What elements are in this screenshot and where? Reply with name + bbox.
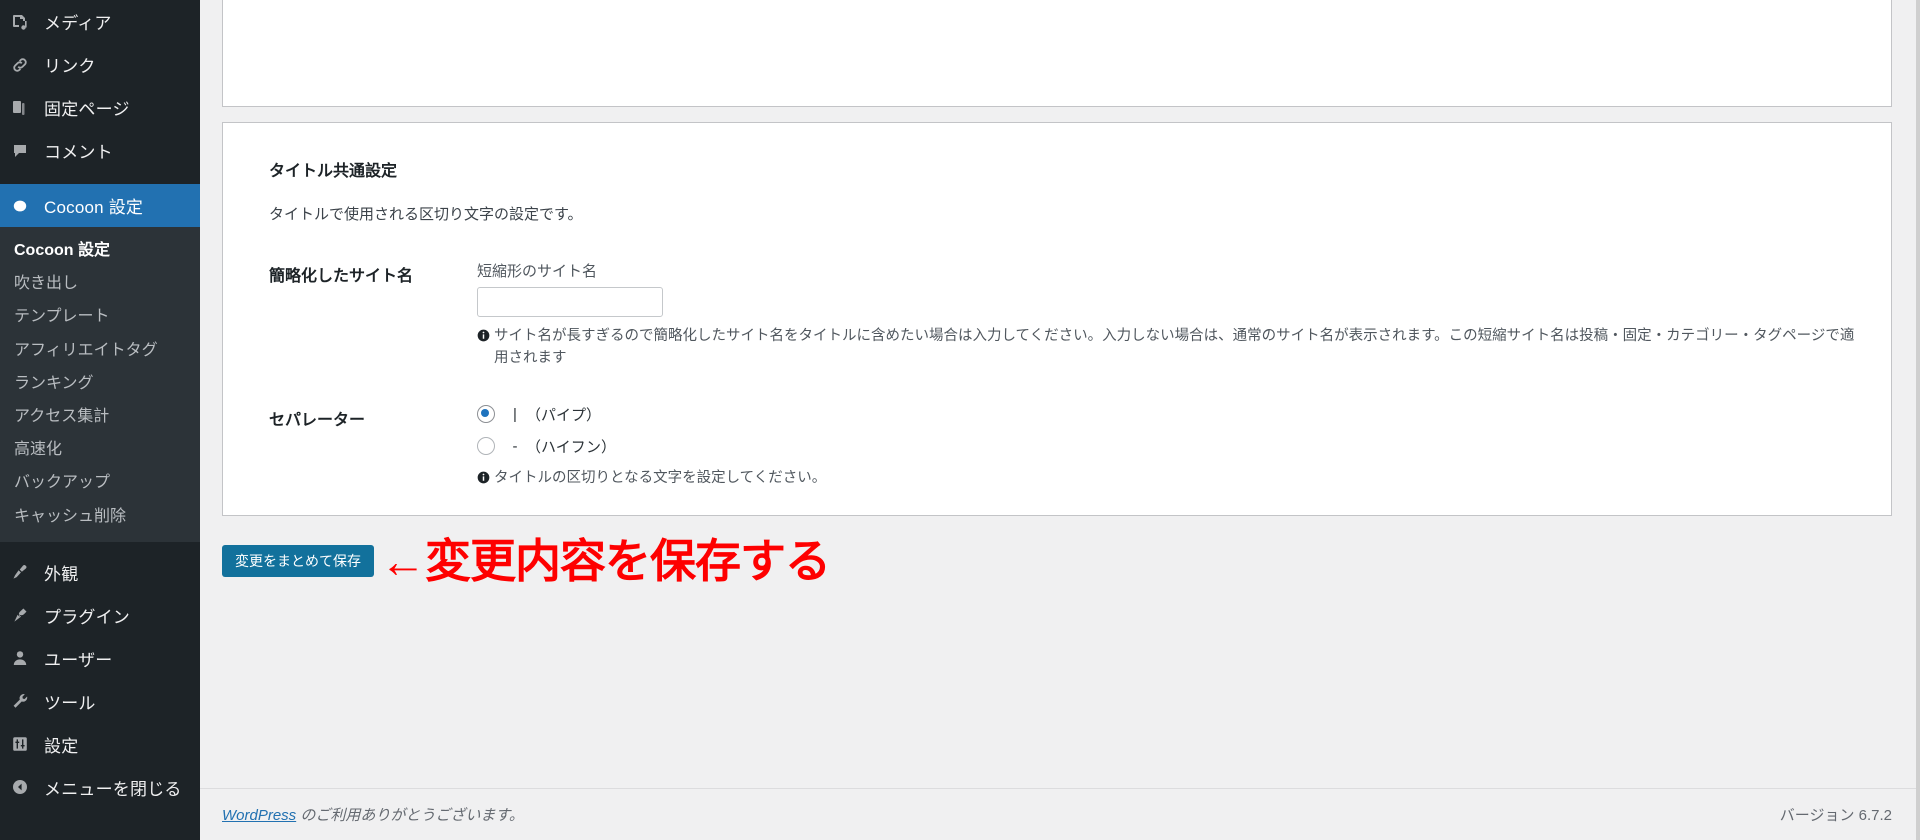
save-area: 変更をまとめて保存 ←変更内容を保存する (222, 538, 1892, 584)
submenu-item-backup[interactable]: バックアップ (0, 466, 200, 499)
meta-keyword-body: メタキーワードタグを出力する カテゴリー・タグページのページのheadタグ内に (477, 0, 1867, 5)
meta-keyword-row: メタキーワード メタキーワードタグを出力する (247, 0, 1867, 5)
submenu-item-ranking[interactable]: ランキング (0, 367, 200, 400)
sidebar-item-comments[interactable]: コメント (0, 129, 200, 172)
simplified-site-name-input[interactable] (477, 287, 663, 317)
sidebar-item-users[interactable]: ユーザー (0, 637, 200, 680)
users-person-icon (10, 648, 40, 668)
sidebar-item-label: 外観 (44, 564, 79, 584)
separator-option-hyphen[interactable]: - （ハイフン） (477, 436, 1867, 457)
sidebar-top-menu: メディア リンク 固定ページ コメント Cocoon 設定 (0, 0, 200, 227)
sidebar-item-label: コメント (44, 143, 113, 162)
separator-label: セパレーター (269, 411, 366, 429)
sidebar-item-cocoon-settings[interactable]: Cocoon 設定 (0, 184, 200, 227)
submenu-item-speed-up[interactable]: 高速化 (0, 433, 200, 466)
submenu-item-access-analytics[interactable]: アクセス集計 (0, 400, 200, 433)
meta-keyword-help: カテゴリー・タグページのページのheadタグ内に、メタキーワードタグを出力するか… (477, 0, 1867, 5)
page-scrollbar[interactable] (1916, 0, 1920, 840)
comments-icon (10, 141, 40, 161)
separator-radio-hyphen[interactable] (477, 437, 495, 455)
sidebar-item-label: メディア (44, 14, 112, 33)
sidebar-item-appearance[interactable]: 外観 (0, 551, 200, 594)
meta-keyword-help-text: カテゴリー・タグページのページのheadタグ内に、メタキーワードタグを出力するか… (494, 0, 1867, 5)
sidebar-item-label: 固定ページ (44, 100, 130, 119)
sidebar-bottom-menu: 外観 プラグイン ユーザー ツール 設定 メニューを閉じる (0, 551, 200, 809)
separator-option-label-pipe: （パイプ） (526, 406, 602, 424)
sidebar-item-label: ツール (44, 693, 96, 713)
separator-radio-pipe[interactable] (477, 405, 495, 423)
submenu-item-affiliate-tag[interactable]: アフィリエイトタグ (0, 334, 200, 367)
main-content: メタキーワード メタキーワードタグを出力する (200, 0, 1920, 840)
cocoon-icon (10, 196, 40, 216)
simplified-site-name-body: 短縮形のサイト名 サイト名が長すぎるので簡略化したサイト名をタイトルに含めたい場… (477, 260, 1867, 370)
info-icon (477, 470, 490, 492)
plugins-plug-icon (10, 605, 40, 625)
content-wrapper: メタキーワード メタキーワードタグを出力する (200, 0, 1920, 584)
separator-help: タイトルの区切りとなる文字を設定してください。 (477, 468, 1867, 490)
sidebar-submenu-cocoon: Cocoon 設定 吹き出し テンプレート アフィリエイトタグ ランキング アク… (0, 227, 200, 542)
separator-option-pipe[interactable]: | （パイプ） (477, 404, 1867, 425)
footer-thanks-text: のご利用ありがとうございます。 (296, 807, 524, 824)
title-settings-heading: タイトル共通設定 (269, 163, 398, 180)
simplified-site-name-row: 簡略化したサイト名 短縮形のサイト名 サイト名が長すぎるので簡略化したサイト名を… (247, 260, 1867, 370)
footer-thanks: WordPress のご利用ありがとうございます。 (222, 804, 524, 825)
info-icon (477, 328, 490, 350)
simplified-site-name-label: 簡略化したサイト名 (269, 268, 414, 285)
sidebar-divider-2 (0, 542, 200, 551)
sidebar-item-label: ユーザー (44, 650, 113, 670)
simplified-site-name-help: サイト名が長すぎるので簡略化したサイト名をタイトルに含めたい場合は入力してくださ… (477, 326, 1867, 370)
separator-symbol-hyphen: - (512, 437, 518, 455)
media-icon (10, 12, 40, 32)
separator-help-text: タイトルの区切りとなる文字を設定してください。 (494, 469, 827, 486)
title-common-settings-panel: タイトル共通設定 タイトルで使用される区切り文字の設定です。 簡略化したサイト名… (222, 122, 1892, 517)
sidebar-item-tools[interactable]: ツール (0, 680, 200, 723)
pages-icon (10, 98, 40, 118)
separator-option-label-hyphen: （ハイフン） (526, 438, 617, 456)
sidebar-item-pages[interactable]: 固定ページ (0, 86, 200, 129)
submenu-item-template[interactable]: テンプレート (0, 300, 200, 333)
sidebar-collapse-button[interactable]: メニューを閉じる (0, 766, 200, 809)
tools-wrench-icon (10, 691, 40, 711)
footer-version: バージョン 6.7.2 (1779, 807, 1892, 824)
sidebar-item-label: Cocoon 設定 (44, 198, 144, 217)
sidebar-item-settings[interactable]: 設定 (0, 723, 200, 766)
simplified-site-name-sublabel: 短縮形のサイト名 (477, 263, 598, 280)
info-icon (477, 0, 490, 7)
meta-keyword-label: メタキーワード (247, 0, 477, 5)
appearance-brush-icon (10, 562, 40, 582)
sidebar-item-media[interactable]: メディア (0, 0, 200, 43)
sidebar-item-links[interactable]: リンク (0, 43, 200, 86)
settings-sliders-icon (10, 734, 40, 754)
separator-row: セパレーター | （パイプ） - （ハイフン） タイトルの区切りとなる文字を設定… (247, 404, 1867, 490)
sidebar-item-plugins[interactable]: プラグイン (0, 594, 200, 637)
submenu-item-speech-balloon[interactable]: 吹き出し (0, 267, 200, 300)
save-all-changes-button[interactable]: 変更をまとめて保存 (222, 545, 374, 578)
title-settings-description: タイトルで使用される区切り文字の設定です。 (269, 206, 583, 223)
sidebar-item-label: プラグイン (44, 607, 130, 627)
wordpress-admin-screen: メディア リンク 固定ページ コメント Cocoon 設定 Cocoon 設定 … (0, 0, 1920, 840)
admin-sidebar: メディア リンク 固定ページ コメント Cocoon 設定 Cocoon 設定 … (0, 0, 200, 840)
wordpress-link[interactable]: WordPress (222, 807, 296, 824)
separator-body: | （パイプ） - （ハイフン） タイトルの区切りとなる文字を設定してください。 (477, 404, 1867, 490)
sidebar-item-label: 設定 (44, 736, 79, 756)
sidebar-collapse-label: メニューを閉じる (44, 779, 182, 799)
submenu-item-clear-cache[interactable]: キャッシュ削除 (0, 500, 200, 533)
separator-symbol-pipe: | (513, 405, 517, 423)
collapse-arrow-icon (10, 777, 40, 797)
submenu-item-cocoon-settings[interactable]: Cocoon 設定 (0, 234, 200, 267)
simplified-site-name-help-text: サイト名が長すぎるので簡略化したサイト名をタイトルに含めたい場合は入力してくださ… (494, 328, 1855, 366)
sidebar-divider (0, 172, 200, 184)
sidebar-item-label: リンク (44, 57, 96, 76)
meta-keyword-panel: メタキーワード メタキーワードタグを出力する (222, 0, 1892, 107)
admin-footer: WordPress のご利用ありがとうございます。 バージョン 6.7.2 (200, 788, 1920, 840)
save-annotation-text: ←変更内容を保存する (380, 535, 831, 588)
link-icon (10, 55, 40, 75)
